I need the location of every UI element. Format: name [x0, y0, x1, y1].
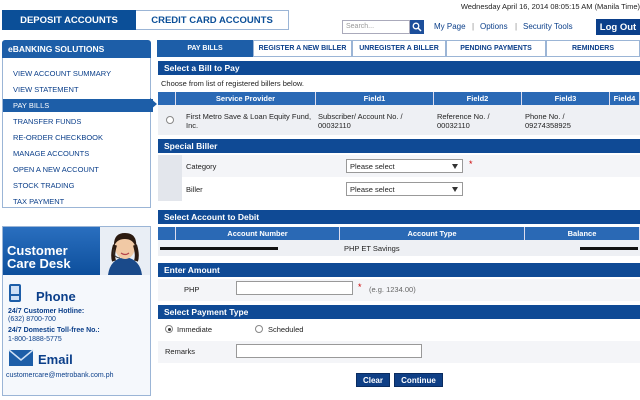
- table-header-select: [158, 227, 176, 240]
- amount-hint: (e.g. 1234.00): [369, 285, 416, 294]
- currency-label: PHP: [184, 285, 200, 294]
- sidebar-item-reorder-checkbook[interactable]: RE-ORDER CHECKBOOK: [3, 131, 150, 144]
- tab-pay-bills[interactable]: PAY BILLS: [157, 40, 253, 57]
- tollfree-label: 24/7 Domestic Toll-free No.:: [8, 327, 100, 336]
- redacted-account-number: [160, 247, 278, 250]
- row-gutter: [158, 155, 182, 201]
- active-item-arrow: [150, 98, 157, 110]
- tab-credit-card-accounts[interactable]: CREDIT CARD ACCOUNTS: [136, 10, 289, 30]
- debit-section-header: Select Account to Debit: [158, 210, 640, 224]
- required-asterisk: *: [469, 159, 473, 169]
- table-header-field1: Field1: [316, 92, 434, 105]
- tab-register-new-biller[interactable]: REGISTER A NEW BILLER: [253, 40, 352, 57]
- bill-instruction: Choose from list of registered billers b…: [161, 79, 304, 88]
- table-header-account-type: Account Type: [340, 227, 525, 240]
- sidebar-item-manage-accounts[interactable]: MANAGE ACCOUNTS: [3, 147, 150, 160]
- phone-label: Phone: [36, 289, 76, 304]
- customer-care-title: Customer Care Desk: [7, 243, 71, 271]
- category-select[interactable]: Please select: [346, 159, 463, 173]
- category-label: Category: [186, 162, 217, 171]
- email-label: Email: [38, 352, 73, 367]
- agent-photo: [100, 227, 150, 275]
- account-type-value: PHP ET Savings: [344, 244, 400, 253]
- options-link[interactable]: Options: [480, 22, 508, 31]
- payment-section-header: Select Payment Type: [158, 305, 640, 319]
- remarks-label: Remarks: [165, 347, 196, 356]
- phone-icon: [9, 284, 21, 302]
- amount-input[interactable]: [236, 281, 353, 295]
- biller-select[interactable]: Please select: [346, 182, 463, 196]
- sidebar-menu: VIEW ACCOUNT SUMMARY VIEW STATEMENT PAY …: [2, 58, 153, 208]
- table-header-field3: Field3: [522, 92, 610, 105]
- tollfree-label-text: 24/7 Domestic Toll-free No.:: [8, 327, 100, 334]
- required-asterisk: *: [358, 282, 362, 292]
- email-icon: [8, 349, 34, 366]
- biller-provider: First Metro Save & Loan Equity Fund, Inc…: [186, 112, 312, 130]
- search-icon: [412, 22, 422, 32]
- table-header-field2: Field2: [434, 92, 522, 105]
- scheduled-label: Scheduled: [268, 325, 304, 334]
- divider: |: [515, 22, 518, 31]
- divider: |: [472, 22, 475, 31]
- immediate-radio[interactable]: [165, 325, 173, 333]
- biller-label: Biller: [186, 185, 203, 194]
- sidebar-item-view-account-summary[interactable]: VIEW ACCOUNT SUMMARY: [3, 67, 150, 80]
- sidebar-item-view-statement[interactable]: VIEW STATEMENT: [3, 83, 150, 96]
- tollfree-number: 1-800-1888-5775: [8, 336, 62, 343]
- sidebar-title: eBANKING SOLUTIONS: [2, 40, 151, 58]
- sidebar-item-tax-payment[interactable]: TAX PAYMENT: [3, 195, 150, 208]
- sidebar-item-transfer-funds[interactable]: TRANSFER FUNDS: [3, 115, 150, 128]
- hotline-label-text: 24/7 Customer Hotline:: [8, 308, 85, 315]
- table-header-service-provider: Service Provider: [176, 92, 316, 105]
- remarks-input[interactable]: [236, 344, 422, 358]
- special-biller-header: Special Biller: [158, 139, 640, 153]
- biller-field3: Phone No. / 09274358925: [525, 112, 571, 130]
- biller-radio[interactable]: [166, 116, 174, 124]
- tab-deposit-accounts[interactable]: DEPOSIT ACCOUNTS: [2, 10, 136, 30]
- hotline-number: (632) 8700-700: [8, 316, 56, 323]
- sidebar-item-open-new-account[interactable]: OPEN A NEW ACCOUNT: [3, 163, 150, 176]
- logout-button[interactable]: Log Out: [596, 19, 640, 35]
- amount-section-header: Enter Amount: [158, 263, 640, 277]
- bill-section-header: Select a Bill to Pay: [158, 61, 640, 75]
- tab-unregister-biller[interactable]: UNREGISTER A BILLER: [352, 40, 446, 57]
- sidebar-item-pay-bills[interactable]: PAY BILLS: [3, 99, 153, 112]
- security-tools-link[interactable]: Security Tools: [523, 22, 573, 31]
- table-header-field4: Field4: [610, 92, 640, 105]
- table-header-account-number: Account Number: [176, 227, 340, 240]
- clear-button[interactable]: Clear: [356, 373, 390, 387]
- immediate-label: Immediate: [177, 325, 213, 334]
- sidebar-item-stock-trading[interactable]: STOCK TRADING: [3, 179, 150, 192]
- email-address[interactable]: customercare@metrobank.com.ph: [6, 372, 113, 381]
- table-header-balance: Balance: [525, 227, 640, 240]
- redacted-balance: [580, 247, 638, 250]
- biller-field1: Subscriber/ Account No. / 00032110: [318, 112, 403, 130]
- my-page-link[interactable]: My Page: [434, 22, 466, 31]
- scheduled-radio[interactable]: [255, 325, 263, 333]
- search-input[interactable]: Search...: [342, 20, 410, 34]
- table-header-select: [158, 92, 176, 105]
- datetime-text: Wednesday April 16, 2014 08:05:15 AM (Ma…: [460, 2, 640, 11]
- search-button[interactable]: [410, 20, 424, 34]
- biller-field2: Reference No. / 00032110: [437, 112, 490, 130]
- continue-button[interactable]: Continue: [394, 373, 443, 387]
- tab-reminders[interactable]: REMINDERS: [546, 40, 640, 57]
- tab-pending-payments[interactable]: PENDING PAYMENTS: [446, 40, 546, 57]
